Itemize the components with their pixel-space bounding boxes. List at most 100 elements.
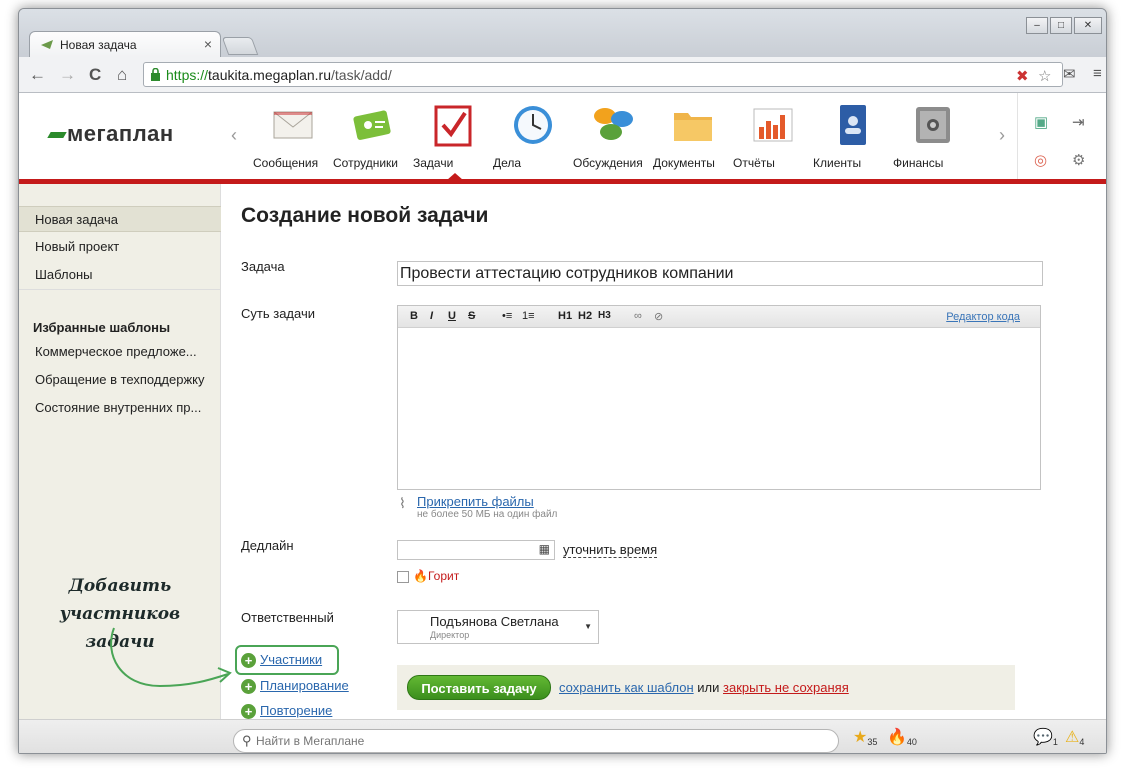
chat-bubbles-icon: [594, 108, 633, 140]
module-deals[interactable]: Дела: [493, 99, 573, 171]
module-employees[interactable]: Сотрудники: [333, 99, 413, 171]
back-button[interactable]: ←: [29, 65, 46, 85]
sidebar-item-new-project[interactable]: Новый проект: [19, 234, 221, 260]
url-text: https://taukita.megaplan.ru/task/add/: [166, 67, 392, 83]
app-header: мегаплан ‹ Сообщения Сотрудники Задачи Д: [19, 93, 1106, 179]
responsible-label: Ответственный: [241, 610, 334, 625]
or-text: или: [697, 680, 720, 695]
modules-scroll-left-icon[interactable]: ‹: [231, 125, 237, 146]
reload-button[interactable]: C: [89, 65, 101, 85]
close-without-saving-link[interactable]: закрыть не сохраняя: [723, 680, 849, 695]
favorites-counter[interactable]: ★35: [853, 727, 877, 747]
deadline-label: Дедлайн: [241, 538, 294, 553]
submit-task-button[interactable]: Поставить задачу: [407, 675, 551, 700]
strikethrough-button[interactable]: S: [468, 310, 475, 322]
link-icon[interactable]: ∞: [634, 310, 642, 322]
plus-icon: +: [241, 653, 256, 669]
address-bar[interactable]: https://taukita.megaplan.ru/task/add/ ✖ …: [143, 62, 1063, 87]
browser-tab[interactable]: Новая задача ×: [29, 31, 221, 57]
mail-icon[interactable]: ✉: [1063, 65, 1076, 83]
burning-checkbox[interactable]: 🔥Горит: [397, 569, 459, 583]
task-description-editor[interactable]: B I U S •≡ 1≡ H1 H2 H3 ∞ ⊘ Редактор кода: [397, 305, 1041, 490]
unlink-icon[interactable]: ⊘: [654, 310, 663, 323]
home-button[interactable]: ⌂: [117, 65, 127, 85]
forward-button[interactable]: →: [59, 65, 76, 85]
search-input[interactable]: [256, 732, 826, 750]
save-as-template-link[interactable]: сохранить как шаблон: [559, 680, 694, 695]
attach-hint: не более 50 МБ на один файл: [417, 509, 558, 520]
envelope-icon: [273, 111, 313, 139]
blocked-popup-icon[interactable]: ✖: [1016, 67, 1029, 85]
global-search[interactable]: ⚲: [233, 729, 839, 753]
burning-checkbox-box[interactable]: [397, 570, 409, 583]
heading3-button[interactable]: H3: [598, 310, 611, 321]
responsible-select[interactable]: Подъянова Светлана Директор ▼: [397, 610, 599, 644]
bullet-list-button[interactable]: •≡: [502, 310, 512, 322]
italic-button[interactable]: I: [430, 310, 433, 322]
chevron-down-icon: ▼: [584, 622, 592, 631]
heading1-button[interactable]: H1: [558, 310, 572, 322]
warnings-counter[interactable]: ⚠4: [1065, 727, 1084, 747]
deadline-input[interactable]: ▦: [397, 540, 555, 560]
sidebar-item-new-task[interactable]: Новая задача: [19, 206, 221, 232]
burning-counter[interactable]: 🔥40: [887, 727, 917, 747]
annotation-line-1: Добавить: [68, 576, 172, 596]
form-actions: Поставить задачу сохранить как шаблон ил…: [397, 665, 1015, 710]
favorite-template-item[interactable]: Обращение в техподдержку: [19, 367, 221, 393]
bookmark-star-icon[interactable]: ☆: [1038, 67, 1051, 85]
profile-photo-icon[interactable]: ▣: [1034, 113, 1048, 131]
tab-title: Новая задача: [60, 38, 137, 52]
sidebar-item-templates[interactable]: Шаблоны: [19, 262, 221, 288]
responsible-position: Директор: [430, 630, 470, 640]
task-label: Задача: [241, 259, 285, 274]
underline-button[interactable]: U: [448, 310, 456, 322]
tab-close-icon[interactable]: ×: [204, 36, 212, 52]
specify-time-link[interactable]: уточнить время: [563, 542, 658, 558]
browser-toolbar: ← → C ⌂ https://taukita.megaplan.ru/task…: [19, 57, 1106, 93]
bold-button[interactable]: B: [410, 310, 418, 322]
module-messages[interactable]: Сообщения: [253, 99, 333, 171]
modules-scroll-right-icon[interactable]: ›: [999, 125, 1005, 146]
module-documents[interactable]: Документы: [653, 99, 733, 171]
module-reports[interactable]: Отчёты: [733, 99, 813, 171]
module-discussions[interactable]: Обсуждения: [573, 99, 653, 171]
participants-toggle[interactable]: + Участники: [241, 652, 322, 669]
favorite-template-item[interactable]: Состояние внутренних пр...: [19, 395, 221, 421]
task-name-input[interactable]: [397, 261, 1043, 286]
new-tab-button[interactable]: [221, 37, 259, 55]
close-window-button[interactable]: ✕: [1074, 17, 1102, 34]
module-finance[interactable]: Финансы: [893, 99, 973, 171]
annotation-arrow-icon: [110, 627, 232, 688]
title-bar: Новая задача × – □ ✕: [19, 9, 1106, 57]
attach-files-link[interactable]: Прикрепить файлы: [417, 494, 534, 509]
repeat-toggle[interactable]: + Повторение: [241, 703, 332, 720]
help-lifebuoy-icon[interactable]: ◎: [1034, 151, 1047, 169]
megaplan-logo[interactable]: мегаплан: [47, 121, 174, 147]
favorite-template-item[interactable]: Коммерческое предложе...: [19, 339, 221, 365]
planning-toggle[interactable]: + Планирование: [241, 678, 349, 695]
address-book-icon: [840, 105, 866, 145]
editor-toolbar: B I U S •≡ 1≡ H1 H2 H3 ∞ ⊘ Редактор кода: [398, 306, 1040, 328]
lock-icon: [151, 68, 160, 81]
maximize-button[interactable]: □: [1050, 17, 1072, 34]
fire-icon: 🔥: [413, 569, 428, 583]
warning-icon: ⚠: [1065, 729, 1080, 746]
module-clients[interactable]: Клиенты: [813, 99, 893, 171]
attach-files: ⌇ Прикрепить файлы не более 50 МБ на оди…: [399, 494, 557, 520]
paperclip-icon: ⌇: [399, 495, 406, 511]
responsible-name: Подъянова Светлана: [430, 614, 559, 629]
numbered-list-button[interactable]: 1≡: [522, 310, 535, 322]
calendar-icon[interactable]: ▦: [539, 542, 550, 556]
logout-icon[interactable]: ⇥: [1072, 113, 1085, 131]
star-icon: ★: [853, 729, 868, 746]
heading2-button[interactable]: H2: [578, 310, 592, 322]
comments-counter[interactable]: 💬1: [1033, 727, 1058, 747]
module-tasks[interactable]: Задачи: [413, 99, 493, 171]
id-card-icon: [353, 110, 391, 140]
plus-icon: +: [241, 679, 256, 695]
sidebar-divider: [19, 289, 221, 290]
settings-gear-icon[interactable]: ⚙: [1072, 151, 1085, 169]
code-editor-link[interactable]: Редактор кода: [946, 311, 1020, 323]
minimize-button[interactable]: –: [1026, 17, 1048, 34]
menu-icon[interactable]: ≡: [1093, 65, 1102, 82]
